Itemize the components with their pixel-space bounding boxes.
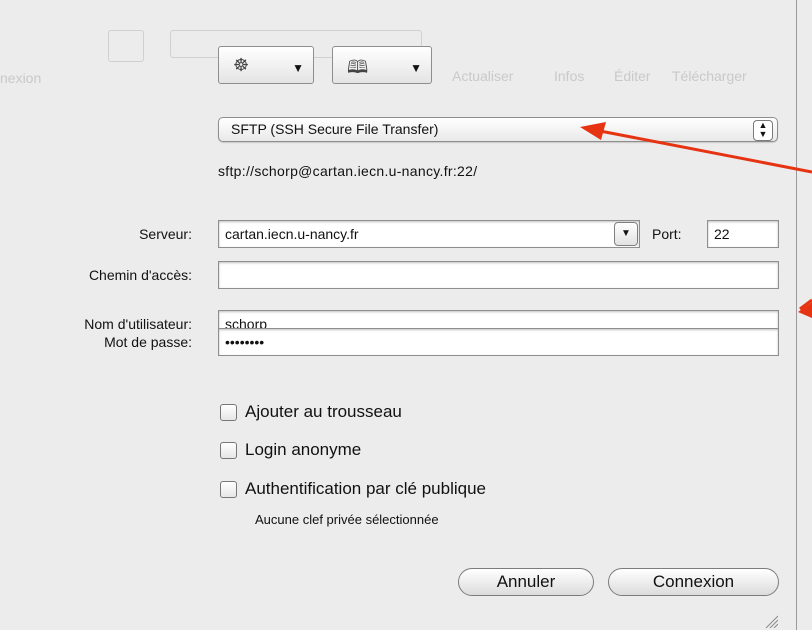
checkbox-box[interactable]: [220, 403, 237, 421]
public-key-auth-checkbox-label: Authentification par clé publique: [245, 479, 486, 498]
background-label-edit: Éditer: [614, 68, 651, 84]
keychain-checkbox-label: Ajouter au trousseau: [245, 402, 402, 421]
server-input-value: cartan.iecn.u-nancy.fr: [225, 226, 359, 242]
resize-grip-icon[interactable]: [764, 614, 778, 628]
server-label: Serveur:: [139, 226, 192, 242]
anonymous-login-checkbox-label: Login anonyme: [245, 440, 362, 459]
up-down-arrows-icon: ▲ ▼: [753, 120, 773, 141]
background-label-refresh: Actualiser: [452, 68, 514, 84]
anonymous-login-checkbox[interactable]: Login anonyme: [220, 440, 361, 460]
private-key-status: Aucune clef privée sélectionnée: [255, 512, 439, 527]
port-label: Port:: [652, 226, 682, 242]
connection-sheet: nexion Actualiser Infos Éditer Télécharg…: [0, 0, 797, 630]
checkbox-box[interactable]: [220, 480, 237, 498]
port-input[interactable]: 22: [707, 220, 779, 248]
password-input-value: ••••••••: [225, 334, 265, 350]
background-label-connexion: nexion: [0, 70, 42, 86]
public-key-auth-checkbox[interactable]: Authentification par clé publique: [220, 479, 486, 499]
annotation-arrow-form: [798, 298, 812, 318]
password-input[interactable]: ••••••••: [218, 328, 779, 356]
background-label-download: Télécharger: [672, 68, 747, 84]
path-label: Chemin d'accès:: [88, 267, 192, 283]
chevron-down-icon: ▼: [410, 61, 422, 75]
book-icon: 🕮: [347, 57, 369, 77]
keychain-checkbox[interactable]: Ajouter au trousseau: [220, 402, 402, 422]
network-icon: ☸: [233, 55, 250, 75]
chevron-down-icon: ▼: [621, 228, 631, 239]
url-preview: sftp://schorp@cartan.iecn.u-nancy.fr:22/: [218, 163, 478, 179]
background-label-info: Infos: [554, 68, 585, 84]
background-window-icon: [108, 30, 144, 62]
server-history-button[interactable]: ▼: [614, 222, 638, 246]
password-label: Mot de passe:: [104, 334, 192, 350]
server-input[interactable]: cartan.iecn.u-nancy.fr: [218, 220, 640, 248]
protocol-selected-value: SFTP (SSH Secure File Transfer): [231, 121, 439, 137]
port-input-value: 22: [714, 226, 730, 242]
username-label: Nom d'utilisateur:: [84, 316, 192, 332]
checkbox-box[interactable]: [220, 441, 237, 459]
connect-button[interactable]: Connexion: [608, 568, 779, 596]
server-popup-button[interactable]: ☸ ▼: [218, 46, 314, 84]
bookmarks-popup-button[interactable]: 🕮 ▼: [332, 46, 432, 84]
path-input[interactable]: [218, 261, 779, 289]
chevron-down-icon: ▼: [292, 61, 304, 75]
protocol-select[interactable]: SFTP (SSH Secure File Transfer) ▲ ▼: [218, 117, 778, 142]
cancel-button[interactable]: Annuler: [458, 568, 594, 596]
